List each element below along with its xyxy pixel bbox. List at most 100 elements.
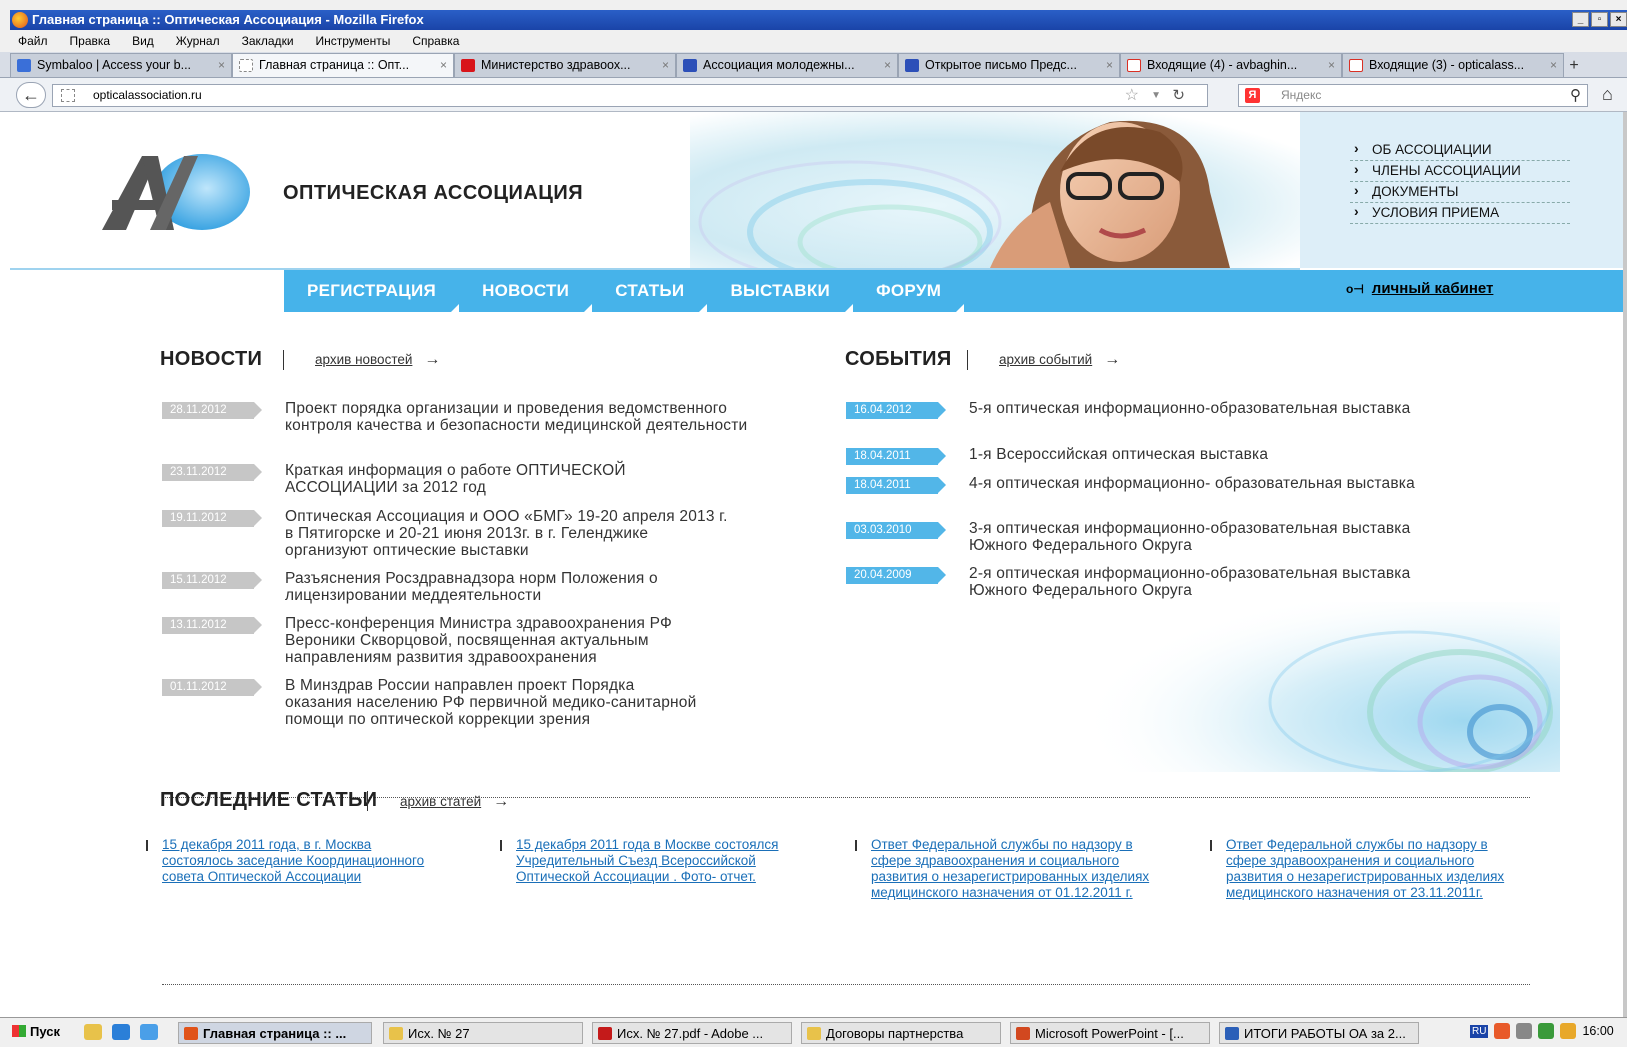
scrollbar[interactable] <box>1623 112 1627 1017</box>
articles-archive-link[interactable]: архив статей → <box>400 793 509 811</box>
tab-close-icon[interactable]: × <box>1328 54 1335 76</box>
taskbar-item-powerpoint[interactable]: Microsoft PowerPoint - [... <box>1010 1022 1210 1044</box>
network-icon[interactable] <box>1538 1023 1555 1039</box>
nav-news[interactable]: НОВОСТИ <box>459 270 593 312</box>
news-text[interactable]: Краткая информация о работе ОПТИЧЕСКОЙ А… <box>285 462 705 496</box>
menu-help[interactable]: Справка <box>412 34 459 48</box>
event-text[interactable]: 4-я оптическая информационно- образовате… <box>969 475 1419 492</box>
menu-history[interactable]: Журнал <box>176 34 220 48</box>
nav-forum[interactable]: ФОРУМ <box>853 270 965 312</box>
news-archive-link[interactable]: архив новостей → <box>315 351 440 369</box>
yandex-icon[interactable]: Я <box>1245 88 1260 103</box>
tray-app-icon[interactable] <box>1560 1023 1577 1039</box>
menu-bar: Файл Правка Вид Журнал Закладки Инструме… <box>0 30 1627 52</box>
menu-edit[interactable]: Правка <box>70 34 111 48</box>
start-button[interactable]: Пуск <box>12 1024 60 1039</box>
feather-icon <box>683 59 697 72</box>
menu-file[interactable]: Файл <box>18 34 48 48</box>
top-menu-about[interactable]: ОБ АССОЦИАЦИИ <box>1350 140 1570 161</box>
start-label: Пуск <box>30 1024 60 1039</box>
news-title: НОВОСТИ <box>160 348 263 370</box>
top-menu-admission[interactable]: УСЛОВИЯ ПРИЕМА <box>1350 203 1570 224</box>
article-link[interactable]: Ответ Федеральной службы по надзору в сф… <box>1210 837 1511 901</box>
ie-icon[interactable] <box>112 1024 130 1040</box>
url-bar[interactable]: opticalassociation.ru ☆ ▼ ↻ <box>52 84 1208 107</box>
association-logo[interactable] <box>102 152 252 237</box>
news-text[interactable]: Разъяснения Росздравнадзора норм Положен… <box>285 570 735 604</box>
site-logo-text[interactable]: ОПТИЧЕСКАЯ АССОЦИАЦИЯ <box>283 182 583 205</box>
tab-close-icon[interactable]: × <box>1550 54 1557 76</box>
taskbar-item-word[interactable]: ИТОГИ РАБОТЫ ОА за 2... <box>1219 1022 1419 1044</box>
events-archive-link[interactable]: архив событий → <box>999 351 1120 369</box>
menu-bookmarks[interactable]: Закладки <box>242 34 294 48</box>
restore-button[interactable]: ▫ <box>1591 12 1608 27</box>
chevron-down-icon[interactable]: ▼ <box>1151 85 1161 106</box>
language-indicator[interactable]: RU <box>1470 1024 1489 1038</box>
articles-archive-label: архив статей <box>400 794 482 809</box>
site-identity-icon[interactable] <box>61 89 75 102</box>
tray-app-icon[interactable] <box>1494 1023 1511 1039</box>
new-tab-button[interactable]: + <box>1564 55 1584 77</box>
back-button[interactable]: ← <box>16 82 46 108</box>
tab-youth-association[interactable]: Ассоциация молодежны... × <box>676 53 898 77</box>
nav-exhibitions[interactable]: ВЫСТАВКИ <box>707 270 853 312</box>
tab-close-icon[interactable]: × <box>884 54 891 76</box>
tray-app-icon[interactable] <box>1516 1023 1533 1039</box>
event-text[interactable]: 2-я оптическая информационно-образовател… <box>969 565 1419 599</box>
ie-icon[interactable] <box>140 1024 158 1040</box>
nav-registration[interactable]: РЕГИСТРАЦИЯ <box>284 270 460 312</box>
article-link[interactable]: Ответ Федеральной службы по надзору в сф… <box>855 837 1156 901</box>
windows-logo-icon <box>12 1025 26 1037</box>
tab-close-icon[interactable]: × <box>440 54 447 76</box>
top-menu-documents[interactable]: ДОКУМЕНТЫ <box>1350 182 1570 203</box>
taskbar-item-label: Исх. № 27.pdf - Adobe ... <box>617 1026 764 1041</box>
event-text[interactable]: 3-я оптическая информационно-образовател… <box>969 520 1419 554</box>
personal-cabinet-link[interactable]: личный кабинет <box>1372 280 1494 297</box>
tab-close-icon[interactable]: × <box>218 54 225 76</box>
article-link[interactable]: 15 декабря 2011 года в Москве состоялся … <box>500 837 786 885</box>
home-icon[interactable]: ⌂ <box>1602 84 1613 105</box>
tab-home[interactable]: Главная страница :: Опт... × <box>232 53 454 77</box>
window-controls: _ ▫ × <box>1572 12 1627 27</box>
taskbar-item-folder[interactable]: Исх. № 27 <box>383 1022 583 1044</box>
event-date: 16.04.2012 <box>846 402 946 419</box>
article-link[interactable]: 15 декабря 2011 года, в г. Москва состоя… <box>146 837 432 885</box>
arrow-right-icon: → <box>493 793 510 810</box>
news-text[interactable]: Оптическая Ассоциация и ООО «БМГ» 19-20 … <box>285 508 735 559</box>
tab-symbaloo[interactable]: Symbaloo | Access your b... × <box>10 53 232 77</box>
nav-articles[interactable]: СТАТЬИ <box>592 270 708 312</box>
personal-cabinet: o⊣ личный кабинет <box>1346 280 1493 297</box>
minimize-button[interactable]: _ <box>1572 12 1589 27</box>
search-input[interactable]: Я Яндекс ⚲ <box>1238 84 1588 107</box>
tab-close-icon[interactable]: × <box>1106 54 1113 76</box>
tab-label: Открытое письмо Предс... <box>925 58 1077 72</box>
event-text[interactable]: 1-я Всероссийская оптическая выставка <box>969 446 1419 463</box>
outlook-icon[interactable] <box>84 1024 102 1040</box>
tab-inbox-2[interactable]: Входящие (3) - opticalass... × <box>1342 53 1564 77</box>
news-date: 15.11.2012 <box>162 572 262 589</box>
reload-icon[interactable]: ↻ <box>1172 85 1185 106</box>
bookmark-star-icon[interactable]: ☆ <box>1125 85 1139 106</box>
tab-label: Входящие (3) - opticalass... <box>1369 58 1525 72</box>
tab-bar: Symbaloo | Access your b... × Главная стр… <box>0 52 1627 78</box>
taskbar-item-folder[interactable]: Договоры партнерства <box>801 1022 1001 1044</box>
news-archive-label: архив новостей <box>315 352 413 367</box>
close-window-button[interactable]: × <box>1610 12 1627 27</box>
section-divider <box>162 984 1530 985</box>
clock[interactable]: 16:00 <box>1582 1024 1613 1038</box>
menu-tools[interactable]: Инструменты <box>316 34 391 48</box>
news-text[interactable]: В Минздрав России направлен проект Поряд… <box>285 677 705 728</box>
tab-inbox-1[interactable]: Входящие (4) - avbaghin... × <box>1120 53 1342 77</box>
top-menu-members[interactable]: ЧЛЕНЫ АССОЦИАЦИИ <box>1350 161 1570 182</box>
search-icon[interactable]: ⚲ <box>1570 85 1581 106</box>
tab-label: Ассоциация молодежны... <box>703 58 855 72</box>
tab-open-letter[interactable]: Открытое письмо Предс... × <box>898 53 1120 77</box>
news-text[interactable]: Пресс-конференция Министра здравоохранен… <box>285 615 745 666</box>
news-text[interactable]: Проект порядка организации и проведения … <box>285 400 755 434</box>
taskbar-item-pdf[interactable]: Исх. № 27.pdf - Adobe ... <box>592 1022 792 1044</box>
menu-view[interactable]: Вид <box>132 34 154 48</box>
tab-close-icon[interactable]: × <box>662 54 669 76</box>
event-text[interactable]: 5-я оптическая информационно-образовател… <box>969 400 1419 417</box>
taskbar-item-firefox[interactable]: Главная страница :: ... <box>178 1022 372 1044</box>
tab-minzdrav[interactable]: Министерство здравоох... × <box>454 53 676 77</box>
